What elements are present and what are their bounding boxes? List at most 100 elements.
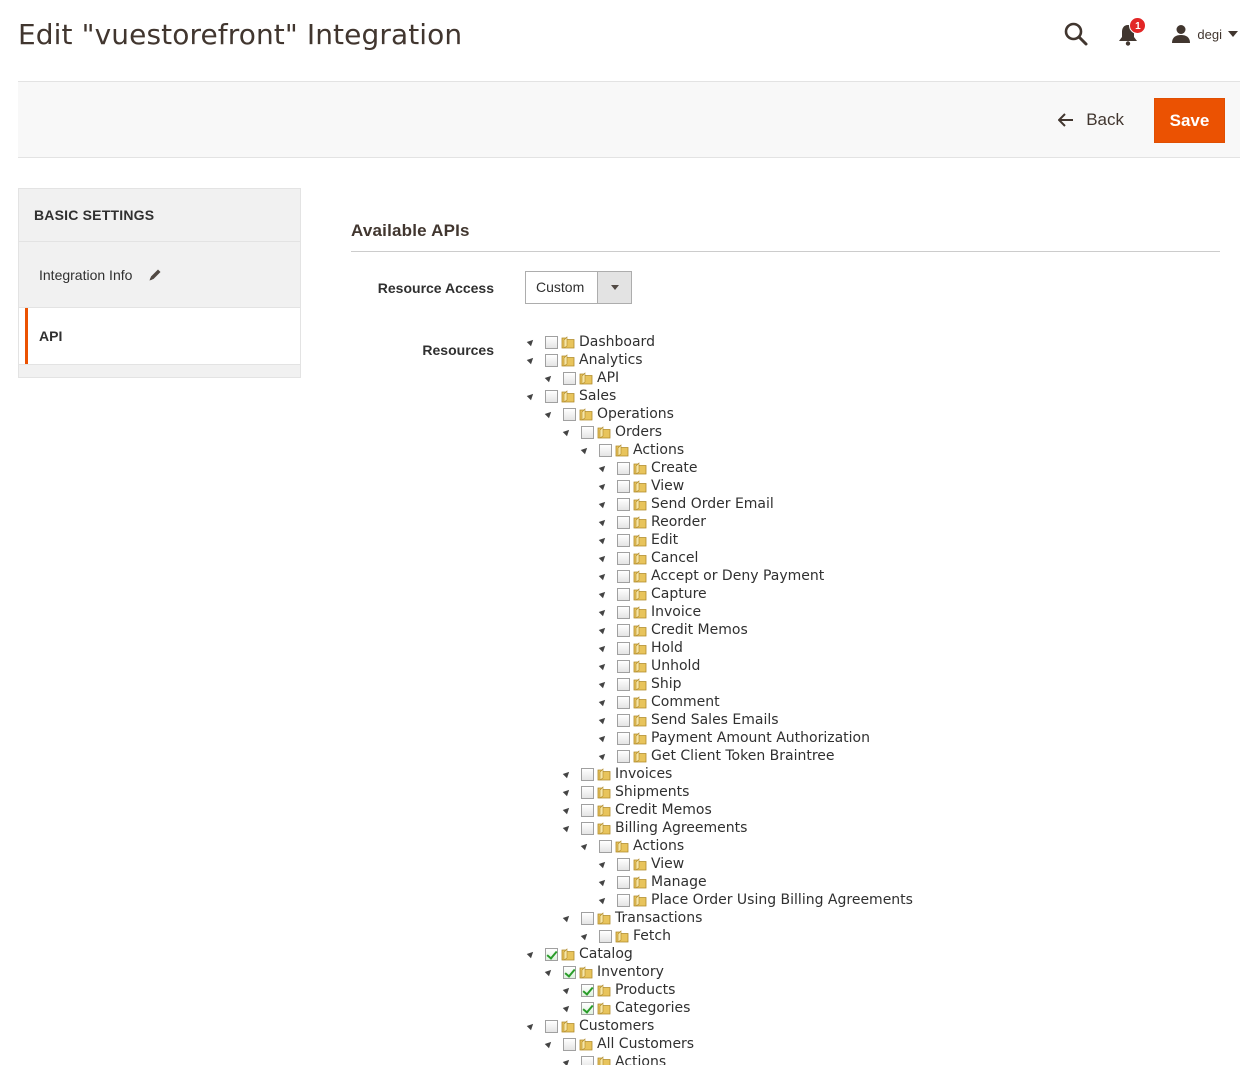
tree-toggle-icon[interactable] [580, 445, 590, 455]
tree-node-label[interactable]: Billing Agreements [615, 819, 747, 837]
tree-node-label[interactable]: Credit Memos [615, 801, 712, 819]
tree-checkbox[interactable] [617, 749, 630, 763]
tree-node-label[interactable]: Get Client Token Braintree [651, 747, 835, 765]
tree-toggle-icon[interactable] [598, 751, 608, 761]
tree-node-label[interactable]: Credit Memos [651, 621, 748, 639]
tree-node-label[interactable]: Place Order Using Billing Agreements [651, 891, 913, 909]
tree-node-label[interactable]: All Customers [597, 1035, 694, 1053]
tree-checkbox[interactable] [617, 695, 630, 709]
search-icon[interactable] [1063, 21, 1089, 47]
tree-checkbox[interactable] [617, 857, 630, 871]
tree-checkbox[interactable] [617, 515, 630, 529]
tree-toggle-icon[interactable] [598, 715, 608, 725]
tree-checkbox[interactable] [581, 983, 594, 997]
tree-node-label[interactable]: Inventory [597, 963, 664, 981]
tree-node-label[interactable]: Transactions [615, 909, 702, 927]
tree-checkbox[interactable] [599, 839, 612, 853]
tree-node-label[interactable]: Unhold [651, 657, 700, 675]
tree-checkbox[interactable] [617, 875, 630, 889]
tree-toggle-icon[interactable] [598, 643, 608, 653]
tree-toggle-icon[interactable] [562, 427, 572, 437]
back-button[interactable]: Back [1058, 100, 1124, 140]
tree-toggle-icon[interactable] [562, 1003, 572, 1013]
tree-node-label[interactable]: Actions [633, 441, 684, 459]
tree-toggle-icon[interactable] [544, 1039, 554, 1049]
tree-checkbox[interactable] [617, 659, 630, 673]
tree-checkbox[interactable] [599, 443, 612, 457]
tree-toggle-icon[interactable] [598, 661, 608, 671]
tree-node-label[interactable]: Payment Amount Authorization [651, 729, 870, 747]
tree-toggle-icon[interactable] [562, 769, 572, 779]
tree-node-label[interactable]: Analytics [579, 351, 643, 369]
tree-toggle-icon[interactable] [598, 895, 608, 905]
notifications-button[interactable]: 1 [1117, 17, 1147, 47]
tree-node-label[interactable]: Sales [579, 387, 616, 405]
sidebar-item-api[interactable]: API [19, 308, 300, 365]
tree-checkbox[interactable] [617, 605, 630, 619]
tree-toggle-icon[interactable] [598, 571, 608, 581]
tree-node-label[interactable]: Ship [651, 675, 682, 693]
sidebar-item-integration-info[interactable]: Integration Info [19, 242, 300, 308]
tree-toggle-icon[interactable] [598, 481, 608, 491]
tree-node-label[interactable]: Reorder [651, 513, 706, 531]
tree-toggle-icon[interactable] [562, 787, 572, 797]
tree-checkbox[interactable] [545, 335, 558, 349]
tree-toggle-icon[interactable] [526, 337, 536, 347]
tree-toggle-icon[interactable] [544, 967, 554, 977]
tree-toggle-icon[interactable] [562, 913, 572, 923]
tree-node-label[interactable]: Fetch [633, 927, 671, 945]
tree-toggle-icon[interactable] [562, 985, 572, 995]
tree-checkbox[interactable] [581, 1001, 594, 1015]
tree-node-label[interactable]: Shipments [615, 783, 689, 801]
tree-toggle-icon[interactable] [598, 679, 608, 689]
tree-toggle-icon[interactable] [598, 517, 608, 527]
tree-node-label[interactable]: Capture [651, 585, 707, 603]
tree-checkbox[interactable] [545, 353, 558, 367]
tree-toggle-icon[interactable] [598, 589, 608, 599]
tree-node-label[interactable]: Create [651, 459, 698, 477]
tree-toggle-icon[interactable] [544, 409, 554, 419]
tree-node-label[interactable]: Customers [579, 1017, 654, 1035]
tree-node-label[interactable]: Manage [651, 873, 707, 891]
tree-node-label[interactable]: Operations [597, 405, 674, 423]
tree-checkbox[interactable] [581, 785, 594, 799]
tree-toggle-icon[interactable] [580, 841, 590, 851]
tree-checkbox[interactable] [617, 551, 630, 565]
tree-checkbox[interactable] [563, 1037, 576, 1051]
tree-toggle-icon[interactable] [562, 1057, 572, 1065]
tree-checkbox[interactable] [617, 623, 630, 637]
tree-checkbox[interactable] [581, 803, 594, 817]
tree-toggle-icon[interactable] [544, 373, 554, 383]
tree-node-label[interactable]: Dashboard [579, 333, 655, 351]
tree-toggle-icon[interactable] [598, 463, 608, 473]
tree-node-label[interactable]: Cancel [651, 549, 698, 567]
tree-toggle-icon[interactable] [562, 823, 572, 833]
tree-checkbox[interactable] [617, 533, 630, 547]
tree-node-label[interactable]: Comment [651, 693, 720, 711]
tree-checkbox[interactable] [545, 1019, 558, 1033]
tree-toggle-icon[interactable] [598, 859, 608, 869]
tree-checkbox[interactable] [617, 731, 630, 745]
tree-node-label[interactable]: Actions [633, 837, 684, 855]
tree-node-label[interactable]: Actions [615, 1053, 666, 1065]
tree-node-label[interactable]: Invoices [615, 765, 672, 783]
tree-node-label[interactable]: Edit [651, 531, 678, 549]
resource-access-select[interactable]: Custom [525, 271, 632, 304]
tree-checkbox[interactable] [617, 461, 630, 475]
tree-checkbox[interactable] [617, 677, 630, 691]
tree-checkbox[interactable] [617, 497, 630, 511]
tree-checkbox[interactable] [563, 371, 576, 385]
tree-toggle-icon[interactable] [526, 1021, 536, 1031]
tree-toggle-icon[interactable] [598, 535, 608, 545]
tree-toggle-icon[interactable] [598, 625, 608, 635]
tree-checkbox[interactable] [599, 929, 612, 943]
tree-toggle-icon[interactable] [598, 553, 608, 563]
tree-checkbox[interactable] [617, 569, 630, 583]
tree-toggle-icon[interactable] [526, 949, 536, 959]
tree-checkbox[interactable] [581, 425, 594, 439]
tree-node-label[interactable]: Hold [651, 639, 683, 657]
tree-node-label[interactable]: View [651, 855, 684, 873]
tree-toggle-icon[interactable] [526, 391, 536, 401]
tree-toggle-icon[interactable] [526, 355, 536, 365]
tree-node-label[interactable]: Categories [615, 999, 690, 1017]
